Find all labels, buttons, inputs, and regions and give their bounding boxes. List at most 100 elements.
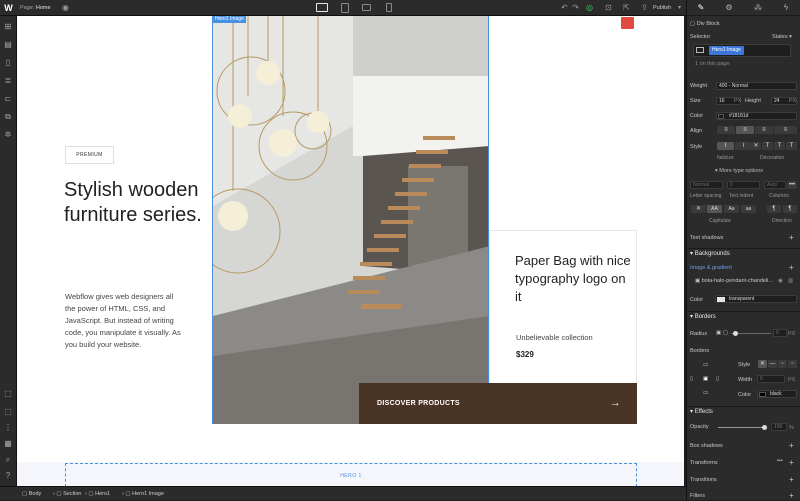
selector-class-tag[interactable]: Hero1 Image [709,46,744,55]
radius-unit[interactable]: PX [788,331,797,337]
product-card-subtitle[interactable]: Unbelievable collection [516,333,593,342]
ecommerce-icon[interactable]: ⊏ [3,94,13,103]
style-brush-icon[interactable]: ✎ [687,0,715,16]
settings-gear-icon[interactable]: ⚙ [715,0,743,16]
columns-input[interactable]: Auto [764,181,786,189]
product-card-price[interactable]: $329 [516,350,534,359]
align-justify-icon[interactable]: ≡ [774,126,797,134]
add-background-icon[interactable]: + [789,263,797,272]
more-options-icon[interactable]: ••• [787,181,797,189]
hero-heading[interactable]: Stylish wooden furniture series. [64,178,204,228]
italic-off-icon[interactable]: I [717,142,734,150]
marquee-icon[interactable]: ⬚ [3,407,13,416]
add-text-shadow-icon[interactable]: + [789,233,797,242]
hero-image[interactable] [212,16,489,424]
opacity-slider-handle[interactable] [762,425,767,430]
help-icon[interactable]: ? [3,471,13,480]
capitalize-none-icon[interactable]: ✕ [691,205,706,213]
mobile-portrait-icon[interactable] [386,3,392,12]
assets-icon[interactable]: ⧉ [3,112,13,121]
effects-section-header[interactable]: ▾ Effects [687,406,800,417]
share-icon[interactable]: ⇱ [621,3,632,13]
underline-icon[interactable]: T [774,142,785,150]
capitalize-icon[interactable]: Aa [724,205,739,213]
delete-trash-icon[interactable]: ▥ [788,278,797,284]
publish-icon[interactable]: ⇪ [639,3,650,13]
tablet-breakpoint-icon[interactable] [341,3,349,13]
text-indent-input[interactable]: 0 [727,181,760,189]
backgrounds-section-header[interactable]: ▾ Backgrounds [687,248,800,259]
border-width-unit[interactable]: PX [788,377,797,383]
redo-icon[interactable]: ↷ [570,3,581,13]
uppercase-icon[interactable]: AA [707,205,722,213]
page-selector[interactable]: Page: Home [20,0,51,16]
navigator-icon[interactable]: ▤ [3,40,13,49]
design-canvas[interactable]: PREMIUM Stylish wooden furniture series.… [17,16,684,486]
decoration-none-icon[interactable]: ✕ [751,142,761,150]
more-type-options[interactable]: ▾ More type options [715,168,797,174]
letter-spacing-input[interactable]: Normal [690,181,723,189]
border-color-swatch[interactable] [759,392,766,397]
add-filter-icon[interactable]: + [789,491,797,500]
color-input[interactable]: #18181d [716,112,797,120]
height-unit[interactable]: PX [789,98,797,104]
radius-slider-handle[interactable] [733,331,738,336]
direction-ltr-icon[interactable]: ¶ [767,205,781,213]
sync-status-icon[interactable]: ◎ [584,3,595,13]
select-icon[interactable]: ⬚ [3,389,13,398]
pages-icon[interactable]: ▯ [3,58,13,67]
color-swatch[interactable] [718,114,724,119]
settings-gear-icon[interactable]: ✲ [3,130,13,139]
weight-select[interactable]: 400 - Normal [716,82,797,90]
transparent-swatch[interactable] [717,297,725,302]
audit-icon[interactable]: ▦ [3,439,13,448]
add-transform-icon[interactable]: + [789,458,797,467]
opacity-input[interactable]: 100 [771,423,787,431]
interactions-icon[interactable]: ϟ [772,0,800,16]
undo-icon[interactable]: ↶ [559,3,570,13]
publish-button[interactable]: Publish [653,0,671,16]
hero1-section[interactable]: HERO 1 [65,463,637,486]
opacity-slider[interactable] [718,427,766,428]
opacity-unit[interactable]: % [789,425,797,431]
hero-body-text[interactable]: Webflow gives web designers all the powe… [65,291,183,351]
add-elements-icon[interactable]: ⊞ [3,22,13,31]
border-dashed-icon[interactable]: ┄ [778,360,787,368]
radius-input[interactable]: 0 [773,329,787,337]
mobile-landscape-icon[interactable] [362,4,371,11]
overline-icon[interactable]: T [786,142,797,150]
border-dotted-icon[interactable]: ┈ [788,360,797,368]
grid-icon[interactable]: ⋮ [3,423,13,432]
align-center-icon[interactable]: ≡ [736,126,754,134]
states-dropdown[interactable]: States ▾ [772,34,797,40]
align-left-icon[interactable]: ≡ [717,126,735,134]
premium-badge[interactable]: PREMIUM [65,146,114,164]
desktop-breakpoint-icon[interactable] [316,3,328,12]
border-none-icon[interactable]: ✕ [758,360,767,368]
product-card-title[interactable]: Paper Bag with nice typography logo on i… [515,252,635,306]
border-solid-icon[interactable]: — [768,360,777,368]
chevron-down-icon[interactable]: ▾ [674,3,685,13]
breadcrumb-item-hero1-image[interactable]: › ▢ Hero1 Image [122,487,164,501]
align-right-icon[interactable]: ≡ [755,126,773,134]
borders-section-header[interactable]: ▾ Borders [687,311,800,322]
bg-color-input[interactable]: transparent [715,295,797,303]
style-manager-icon[interactable]: ⁂ [744,0,772,16]
border-width-input[interactable]: 0 [757,375,785,383]
breadcrumb-item-section[interactable]: › ▢ Section [53,487,81,501]
cms-icon[interactable]: ≣ [3,76,13,85]
add-transition-icon[interactable]: + [789,475,797,484]
direction-rtl-icon[interactable]: ¶ [783,205,797,213]
add-box-shadow-icon[interactable]: + [789,441,797,450]
breadcrumb-item-body[interactable]: ▢ Body [22,487,41,501]
webflow-logo[interactable]: W [2,0,15,16]
italic-on-icon[interactable]: I [735,142,752,150]
breadcrumb-item-hero1[interactable]: › ▢ Hero1 [85,487,110,501]
code-export-icon[interactable]: ⊡ [603,3,614,13]
search-icon[interactable]: ⌕ [3,455,13,464]
discover-products-button[interactable]: DISCOVER PRODUCTS → [359,383,637,424]
lowercase-icon[interactable]: aa [741,205,756,213]
preview-eye-icon[interactable]: ◉ [60,3,71,13]
hero-image-selection-tag[interactable]: Hero1 Image [213,16,246,23]
strikethrough-icon[interactable]: T [762,142,773,150]
